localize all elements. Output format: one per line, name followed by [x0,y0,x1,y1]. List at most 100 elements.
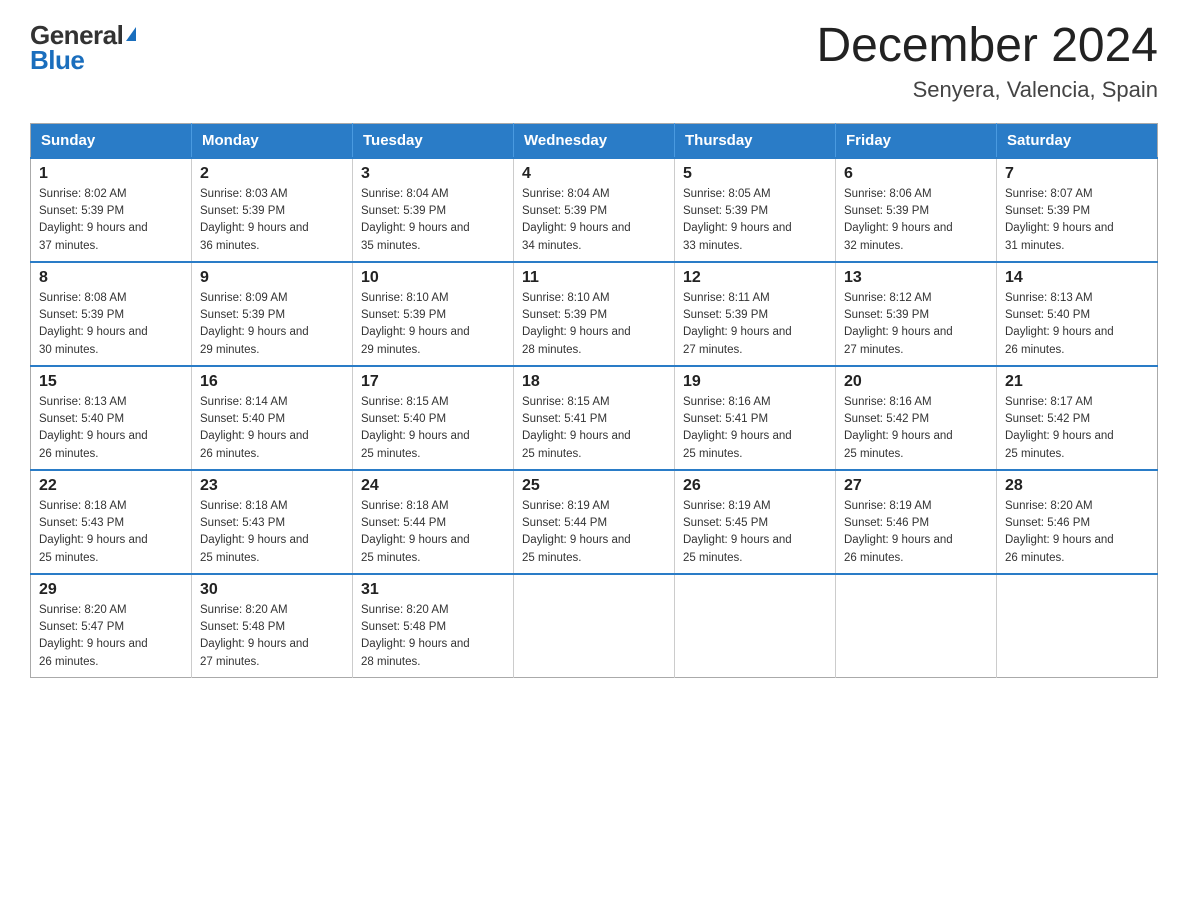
day-number: 21 [1005,373,1149,391]
header-friday: Friday [836,123,997,158]
day-info: Sunrise: 8:16 AMSunset: 5:42 PMDaylight:… [844,394,988,463]
day-number: 3 [361,165,505,183]
day-info: Sunrise: 8:05 AMSunset: 5:39 PMDaylight:… [683,186,827,255]
header-sunday: Sunday [31,123,192,158]
day-number: 28 [1005,477,1149,495]
day-info: Sunrise: 8:12 AMSunset: 5:39 PMDaylight:… [844,290,988,359]
day-number: 31 [361,581,505,599]
day-info: Sunrise: 8:15 AMSunset: 5:41 PMDaylight:… [522,394,666,463]
day-number: 10 [361,269,505,287]
calendar-cell: 17Sunrise: 8:15 AMSunset: 5:40 PMDayligh… [353,366,514,470]
calendar-cell: 24 Sunrise: 8:18 AMSunset: 5:44 PMDayligh… [353,470,514,574]
day-info: Sunrise: 8:18 AMSunset: 5:43 PMDaylight:… [200,498,344,567]
day-number: 13 [844,269,988,287]
day-number: 30 [200,581,344,599]
logo: General Blue [30,20,136,76]
calendar-cell [836,574,997,678]
day-info: Sunrise: 8:11 AMSunset: 5:39 PMDaylight:… [683,290,827,359]
day-info: Sunrise: 8:17 AMSunset: 5:42 PMDaylight:… [1005,394,1149,463]
calendar-cell: 16 Sunrise: 8:14 AMSunset: 5:40 PMDayligh… [192,366,353,470]
day-number: 16 [200,373,344,391]
calendar-cell [514,574,675,678]
title-section: December 2024 Senyera, Valencia, Spain [816,20,1158,103]
header-monday: Monday [192,123,353,158]
day-info: Sunrise: 8:19 AMSunset: 5:46 PMDaylight:… [844,498,988,567]
day-number: 24 [361,477,505,495]
calendar-cell: 18 Sunrise: 8:15 AMSunset: 5:41 PMDayligh… [514,366,675,470]
calendar-cell: 25 Sunrise: 8:19 AMSunset: 5:44 PMDayligh… [514,470,675,574]
day-info: Sunrise: 8:02 AMSunset: 5:39 PMDaylight:… [39,186,183,255]
calendar-cell: 19 Sunrise: 8:16 AMSunset: 5:41 PMDayligh… [675,366,836,470]
day-number: 9 [200,269,344,287]
calendar-cell: 1Sunrise: 8:02 AMSunset: 5:39 PMDaylight… [31,158,192,262]
day-info: Sunrise: 8:13 AMSunset: 5:40 PMDaylight:… [39,394,183,463]
day-info: Sunrise: 8:20 AMSunset: 5:48 PMDaylight:… [200,602,344,671]
calendar-cell: 23Sunrise: 8:18 AMSunset: 5:43 PMDayligh… [192,470,353,574]
day-number: 25 [522,477,666,495]
day-info: Sunrise: 8:08 AMSunset: 5:39 PMDaylight:… [39,290,183,359]
day-number: 29 [39,581,183,599]
calendar-cell [997,574,1158,678]
calendar-cell: 2 Sunrise: 8:03 AMSunset: 5:39 PMDaylight… [192,158,353,262]
day-number: 17 [361,373,505,391]
day-info: Sunrise: 8:20 AMSunset: 5:46 PMDaylight:… [1005,498,1149,567]
day-info: Sunrise: 8:14 AMSunset: 5:40 PMDaylight:… [200,394,344,463]
calendar-cell: 3 Sunrise: 8:04 AMSunset: 5:39 PMDaylight… [353,158,514,262]
day-number: 20 [844,373,988,391]
day-info: Sunrise: 8:09 AMSunset: 5:39 PMDaylight:… [200,290,344,359]
day-info: Sunrise: 8:19 AMSunset: 5:45 PMDaylight:… [683,498,827,567]
header-saturday: Saturday [997,123,1158,158]
day-number: 7 [1005,165,1149,183]
day-info: Sunrise: 8:04 AMSunset: 5:39 PMDaylight:… [361,186,505,255]
day-number: 4 [522,165,666,183]
calendar-week-row: 1Sunrise: 8:02 AMSunset: 5:39 PMDaylight… [31,158,1158,262]
calendar-cell: 10 Sunrise: 8:10 AMSunset: 5:39 PMDayligh… [353,262,514,366]
calendar-cell: 22 Sunrise: 8:18 AMSunset: 5:43 PMDayligh… [31,470,192,574]
day-number: 6 [844,165,988,183]
calendar-cell: 5 Sunrise: 8:05 AMSunset: 5:39 PMDaylight… [675,158,836,262]
calendar-cell: 28 Sunrise: 8:20 AMSunset: 5:46 PMDayligh… [997,470,1158,574]
day-info: Sunrise: 8:20 AMSunset: 5:47 PMDaylight:… [39,602,183,671]
calendar-week-row: 15 Sunrise: 8:13 AMSunset: 5:40 PMDayligh… [31,366,1158,470]
day-info: Sunrise: 8:18 AMSunset: 5:44 PMDaylight:… [361,498,505,567]
day-info: Sunrise: 8:03 AMSunset: 5:39 PMDaylight:… [200,186,344,255]
day-info: Sunrise: 8:19 AMSunset: 5:44 PMDaylight:… [522,498,666,567]
calendar-cell: 14Sunrise: 8:13 AMSunset: 5:40 PMDayligh… [997,262,1158,366]
calendar-header-row: SundayMondayTuesdayWednesdayThursdayFrid… [31,123,1158,158]
day-info: Sunrise: 8:18 AMSunset: 5:43 PMDaylight:… [39,498,183,567]
day-info: Sunrise: 8:10 AMSunset: 5:39 PMDaylight:… [522,290,666,359]
calendar-cell: 13 Sunrise: 8:12 AMSunset: 5:39 PMDayligh… [836,262,997,366]
logo-blue-text: Blue [30,45,84,76]
day-info: Sunrise: 8:10 AMSunset: 5:39 PMDaylight:… [361,290,505,359]
day-info: Sunrise: 8:07 AMSunset: 5:39 PMDaylight:… [1005,186,1149,255]
day-number: 2 [200,165,344,183]
day-number: 12 [683,269,827,287]
day-info: Sunrise: 8:13 AMSunset: 5:40 PMDaylight:… [1005,290,1149,359]
day-number: 15 [39,373,183,391]
day-number: 8 [39,269,183,287]
logo-triangle-icon [126,27,136,41]
day-info: Sunrise: 8:04 AMSunset: 5:39 PMDaylight:… [522,186,666,255]
day-number: 27 [844,477,988,495]
day-number: 22 [39,477,183,495]
calendar-cell: 30 Sunrise: 8:20 AMSunset: 5:48 PMDayligh… [192,574,353,678]
month-title: December 2024 [816,20,1158,73]
location-title: Senyera, Valencia, Spain [816,77,1158,103]
header-wednesday: Wednesday [514,123,675,158]
calendar-cell: 9 Sunrise: 8:09 AMSunset: 5:39 PMDaylight… [192,262,353,366]
day-number: 19 [683,373,827,391]
day-info: Sunrise: 8:16 AMSunset: 5:41 PMDaylight:… [683,394,827,463]
calendar-week-row: 22 Sunrise: 8:18 AMSunset: 5:43 PMDayligh… [31,470,1158,574]
day-number: 5 [683,165,827,183]
calendar-cell: 27 Sunrise: 8:19 AMSunset: 5:46 PMDayligh… [836,470,997,574]
calendar-cell: 21 Sunrise: 8:17 AMSunset: 5:42 PMDayligh… [997,366,1158,470]
day-number: 26 [683,477,827,495]
calendar-cell [675,574,836,678]
header-thursday: Thursday [675,123,836,158]
day-number: 18 [522,373,666,391]
header-tuesday: Tuesday [353,123,514,158]
calendar-cell: 6 Sunrise: 8:06 AMSunset: 5:39 PMDaylight… [836,158,997,262]
calendar-cell: 8 Sunrise: 8:08 AMSunset: 5:39 PMDaylight… [31,262,192,366]
day-info: Sunrise: 8:06 AMSunset: 5:39 PMDaylight:… [844,186,988,255]
calendar-cell: 20 Sunrise: 8:16 AMSunset: 5:42 PMDayligh… [836,366,997,470]
